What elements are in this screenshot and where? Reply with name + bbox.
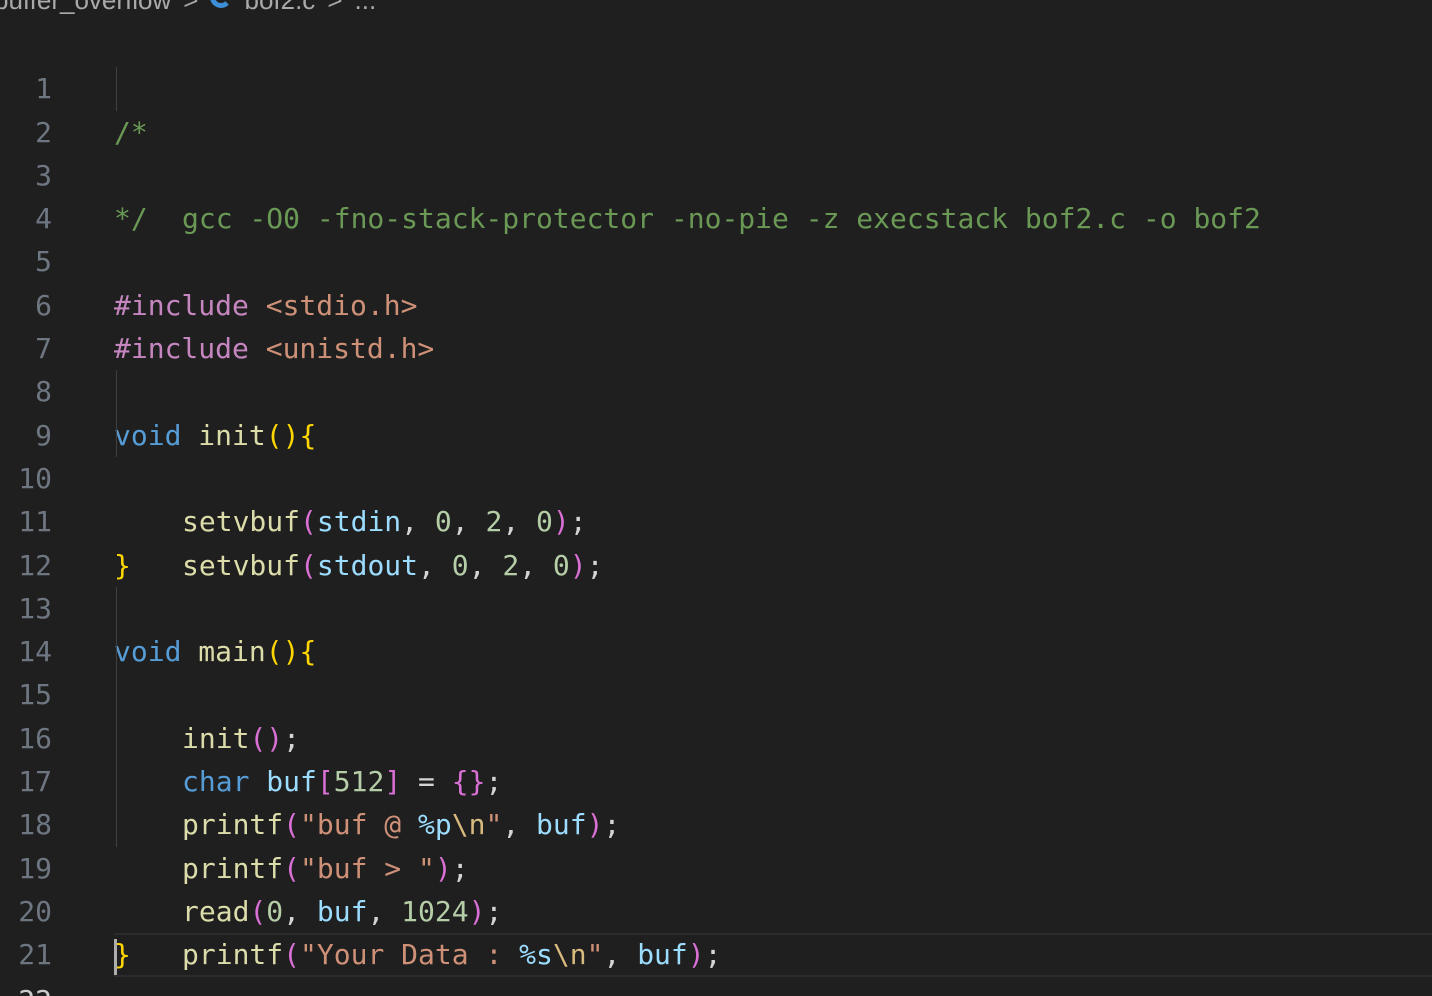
code-line[interactable]: 21 (0, 890, 1432, 971)
indent-guide (116, 673, 117, 717)
current-code-line[interactable]: 22 (18, 933, 1432, 996)
code-line[interactable]: 8 void init(){ (0, 327, 1432, 451)
code-line[interactable]: 12 (0, 500, 1432, 582)
code-lines[interactable]: 1 /* 2 gcc -O0 -fno-stack-protector -no-… (0, 24, 1432, 996)
indent-guide (116, 630, 117, 674)
code-line[interactable]: 11 } (0, 457, 1432, 581)
code-line[interactable]: 6 #include <unistd.h> (0, 240, 1432, 365)
breadcrumb-ellipsis[interactable]: ... (355, 0, 377, 16)
code-line[interactable]: 4 (0, 154, 1432, 235)
indent-guide (116, 67, 117, 111)
code-line[interactable]: 18 read(0, buf, 1024); (0, 760, 1432, 928)
code-line[interactable]: 19 printf("Your Data : %s\n", buf); (0, 803, 1432, 971)
indent-guide (116, 413, 117, 457)
indent-guide (116, 716, 117, 761)
line-number: 21 (18, 938, 52, 972)
indent-guide (116, 760, 117, 804)
code-line[interactable]: 1 /* (0, 24, 1432, 148)
code-line[interactable]: 7 (0, 284, 1432, 365)
code-line[interactable]: 5 #include <stdio.h> (0, 197, 1432, 321)
indent-guide (116, 586, 117, 631)
text-cursor-icon (114, 939, 117, 976)
code-line[interactable]: 10 setvbuf(stdout, 0, 2, 0); (0, 413, 1432, 582)
c-file-icon (210, 0, 233, 8)
indent-guide (116, 803, 117, 847)
breadcrumb: buffer_overflow > bof2.c > ... (0, 0, 376, 15)
line-number: 22 (0, 979, 52, 996)
code-line[interactable]: 16 printf("buf @ %p\n", buf); (0, 673, 1432, 841)
breadcrumb-separator-2: > (327, 0, 342, 16)
code-line[interactable]: 14 init(); (0, 586, 1432, 755)
indent-guide (116, 370, 117, 414)
code-line[interactable]: 15 char buf[512] = {}; (0, 630, 1432, 798)
code-line[interactable]: 17 printf("buf > "); (0, 716, 1432, 885)
code-editor[interactable]: buffer_overflow > bof2.c > ... 1 /* 2 gc… (0, 0, 1432, 996)
breadcrumb-folder[interactable]: buffer_overflow (0, 0, 171, 16)
breadcrumb-file[interactable]: bof2.c (244, 0, 315, 16)
code-line[interactable]: 9 setvbuf(stdin, 0, 2, 0); (0, 370, 1432, 538)
code-line[interactable]: 2 gcc -O0 -fno-stack-protector -no-pie -… (0, 67, 1432, 235)
breadcrumb-separator: > (183, 0, 198, 16)
code-line[interactable]: 3 */ (0, 111, 1432, 235)
code-line[interactable]: 20 } (0, 847, 1432, 971)
code-line[interactable]: 13 void main(){ (0, 544, 1432, 668)
